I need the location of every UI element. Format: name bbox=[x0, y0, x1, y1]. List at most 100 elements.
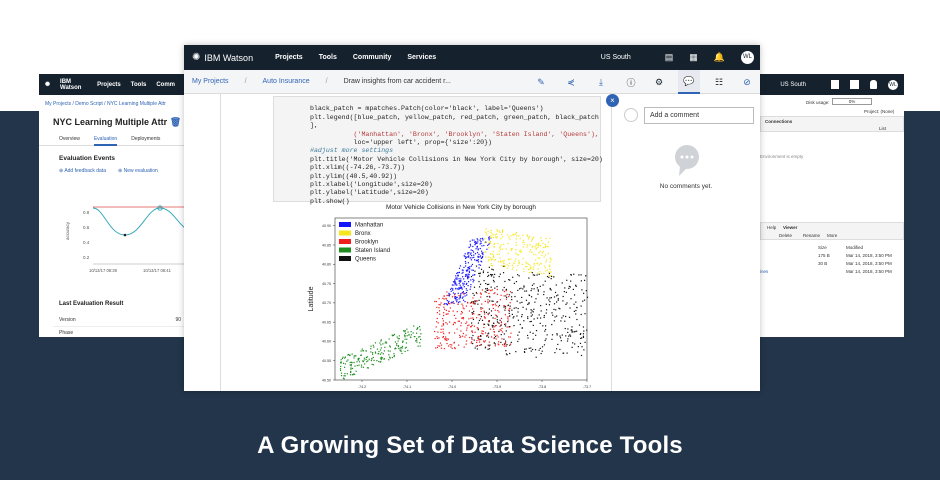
nav-tools[interactable]: Tools bbox=[319, 54, 337, 61]
tab-overview[interactable]: Overview bbox=[59, 136, 80, 145]
data-point bbox=[550, 275, 553, 278]
data-point bbox=[510, 296, 513, 298]
data-point bbox=[529, 251, 531, 253]
add-feedback-link[interactable]: ⊕ Add feedback data bbox=[59, 168, 106, 174]
right-avatar[interactable]: WL bbox=[888, 79, 898, 90]
data-point bbox=[474, 347, 476, 349]
document-icon[interactable] bbox=[831, 80, 839, 89]
data-point bbox=[503, 338, 505, 340]
data-point bbox=[525, 290, 528, 292]
breadcrumb-project[interactable]: Auto Insurance bbox=[263, 78, 310, 85]
new-evaluation-link[interactable]: ⊕ New evaluation bbox=[118, 168, 158, 174]
data-point bbox=[540, 272, 543, 275]
right-region[interactable]: US South bbox=[780, 82, 806, 88]
data-point bbox=[349, 374, 352, 376]
data-point bbox=[402, 341, 404, 343]
data-point bbox=[468, 246, 470, 248]
share-icon[interactable]: ⋞ bbox=[560, 70, 582, 94]
delete-action[interactable]: Delete bbox=[779, 233, 792, 238]
code-line: plt.xlabel('Longitude',size=20) bbox=[310, 181, 433, 189]
data-point bbox=[516, 254, 518, 256]
col-size[interactable]: Size bbox=[818, 245, 827, 250]
data-point bbox=[353, 355, 355, 357]
breadcrumb-my-projects[interactable]: My Projects bbox=[192, 78, 229, 85]
tab-deployments[interactable]: Deployments bbox=[131, 136, 160, 145]
data-point bbox=[478, 339, 480, 341]
data-point bbox=[344, 372, 346, 375]
document-icon[interactable]: ▤ bbox=[665, 52, 674, 63]
data-point bbox=[565, 303, 567, 306]
data-point bbox=[531, 251, 533, 253]
more-action[interactable]: More bbox=[827, 233, 837, 238]
tab-viewer[interactable]: Viewer bbox=[783, 225, 797, 230]
rename-action[interactable]: Rename bbox=[803, 233, 820, 238]
data-point bbox=[490, 314, 492, 317]
bell-icon[interactable] bbox=[870, 80, 877, 89]
data-point bbox=[461, 292, 463, 294]
nav-services[interactable]: Services bbox=[407, 54, 436, 61]
data-point bbox=[517, 307, 519, 310]
data-point bbox=[454, 281, 456, 283]
data-point bbox=[518, 261, 520, 263]
eval-point[interactable] bbox=[123, 233, 127, 237]
data-point bbox=[436, 312, 438, 314]
data-point bbox=[531, 272, 533, 274]
list-dropdown[interactable]: List bbox=[879, 126, 886, 131]
project-selector[interactable]: Project: (None) bbox=[864, 109, 894, 114]
data-point bbox=[470, 283, 472, 286]
data-point bbox=[458, 282, 460, 285]
download-icon[interactable]: ⤓ bbox=[590, 70, 612, 94]
connections-tab[interactable]: Connections bbox=[765, 119, 792, 124]
close-icon[interactable]: × bbox=[606, 94, 619, 107]
right-window-rstudio: US South WL Disk usage: 0% Project: (Non… bbox=[760, 74, 904, 337]
data-point bbox=[483, 242, 486, 244]
main-brand[interactable]: ✺ IBM Watson bbox=[192, 52, 253, 63]
catalog-icon[interactable]: ▦ bbox=[689, 52, 698, 63]
bell-icon[interactable]: 🔔 bbox=[714, 52, 725, 63]
data-point bbox=[484, 231, 487, 233]
nav-community[interactable]: Community bbox=[353, 54, 392, 61]
left-nav-community[interactable]: Comm bbox=[156, 82, 175, 88]
left-nav-tools[interactable]: Tools bbox=[131, 82, 147, 88]
nav-projects[interactable]: Projects bbox=[275, 54, 303, 61]
user-avatar[interactable]: WL bbox=[741, 51, 754, 64]
versions-icon[interactable]: ☷ bbox=[708, 70, 730, 94]
left-nav-projects[interactable]: Projects bbox=[97, 82, 121, 88]
data-point bbox=[472, 245, 474, 248]
comments-icon[interactable]: 💬 bbox=[678, 70, 700, 94]
data-point bbox=[531, 240, 533, 242]
file-modified: Mar 14, 2018, 3:50 PM bbox=[846, 261, 892, 266]
data-point bbox=[455, 296, 457, 298]
data-point bbox=[522, 234, 524, 237]
data-point bbox=[491, 258, 493, 260]
region-selector[interactable]: US South bbox=[601, 54, 631, 61]
data-point bbox=[503, 261, 505, 263]
data-point bbox=[487, 333, 489, 335]
data-point bbox=[456, 277, 458, 279]
data-point bbox=[475, 345, 477, 347]
comment-input[interactable]: Add a comment bbox=[644, 107, 754, 124]
schedule-icon[interactable]: ⚙ bbox=[648, 70, 670, 94]
left-breadcrumb[interactable]: My Projects / Demo Script / NYC Learning… bbox=[39, 95, 185, 107]
edit-icon[interactable]: ✎ bbox=[530, 70, 552, 94]
tab-evaluation[interactable]: Evaluation bbox=[93, 136, 118, 146]
data-point bbox=[508, 294, 510, 296]
data-point bbox=[397, 337, 399, 340]
data-point bbox=[447, 301, 450, 303]
data-point bbox=[507, 234, 509, 236]
data-point bbox=[564, 327, 566, 330]
col-modified[interactable]: Modified bbox=[846, 245, 863, 250]
trash-icon[interactable]: 🗑 bbox=[170, 117, 181, 127]
data-point bbox=[540, 239, 543, 242]
data-point bbox=[477, 241, 479, 243]
find-resources-icon[interactable]: ⊘ bbox=[736, 70, 758, 94]
tab-help[interactable]: Help bbox=[767, 225, 776, 230]
data-point bbox=[521, 314, 523, 316]
data-point bbox=[536, 287, 538, 289]
data-point bbox=[522, 257, 524, 260]
data-point bbox=[410, 331, 412, 333]
catalog-icon[interactable] bbox=[850, 80, 859, 89]
info-icon[interactable]: ⓘ bbox=[620, 70, 642, 94]
side-link[interactable]: ines bbox=[760, 269, 768, 274]
code-cell[interactable]: black_patch = mpatches.Patch(color='blac… bbox=[273, 96, 603, 205]
